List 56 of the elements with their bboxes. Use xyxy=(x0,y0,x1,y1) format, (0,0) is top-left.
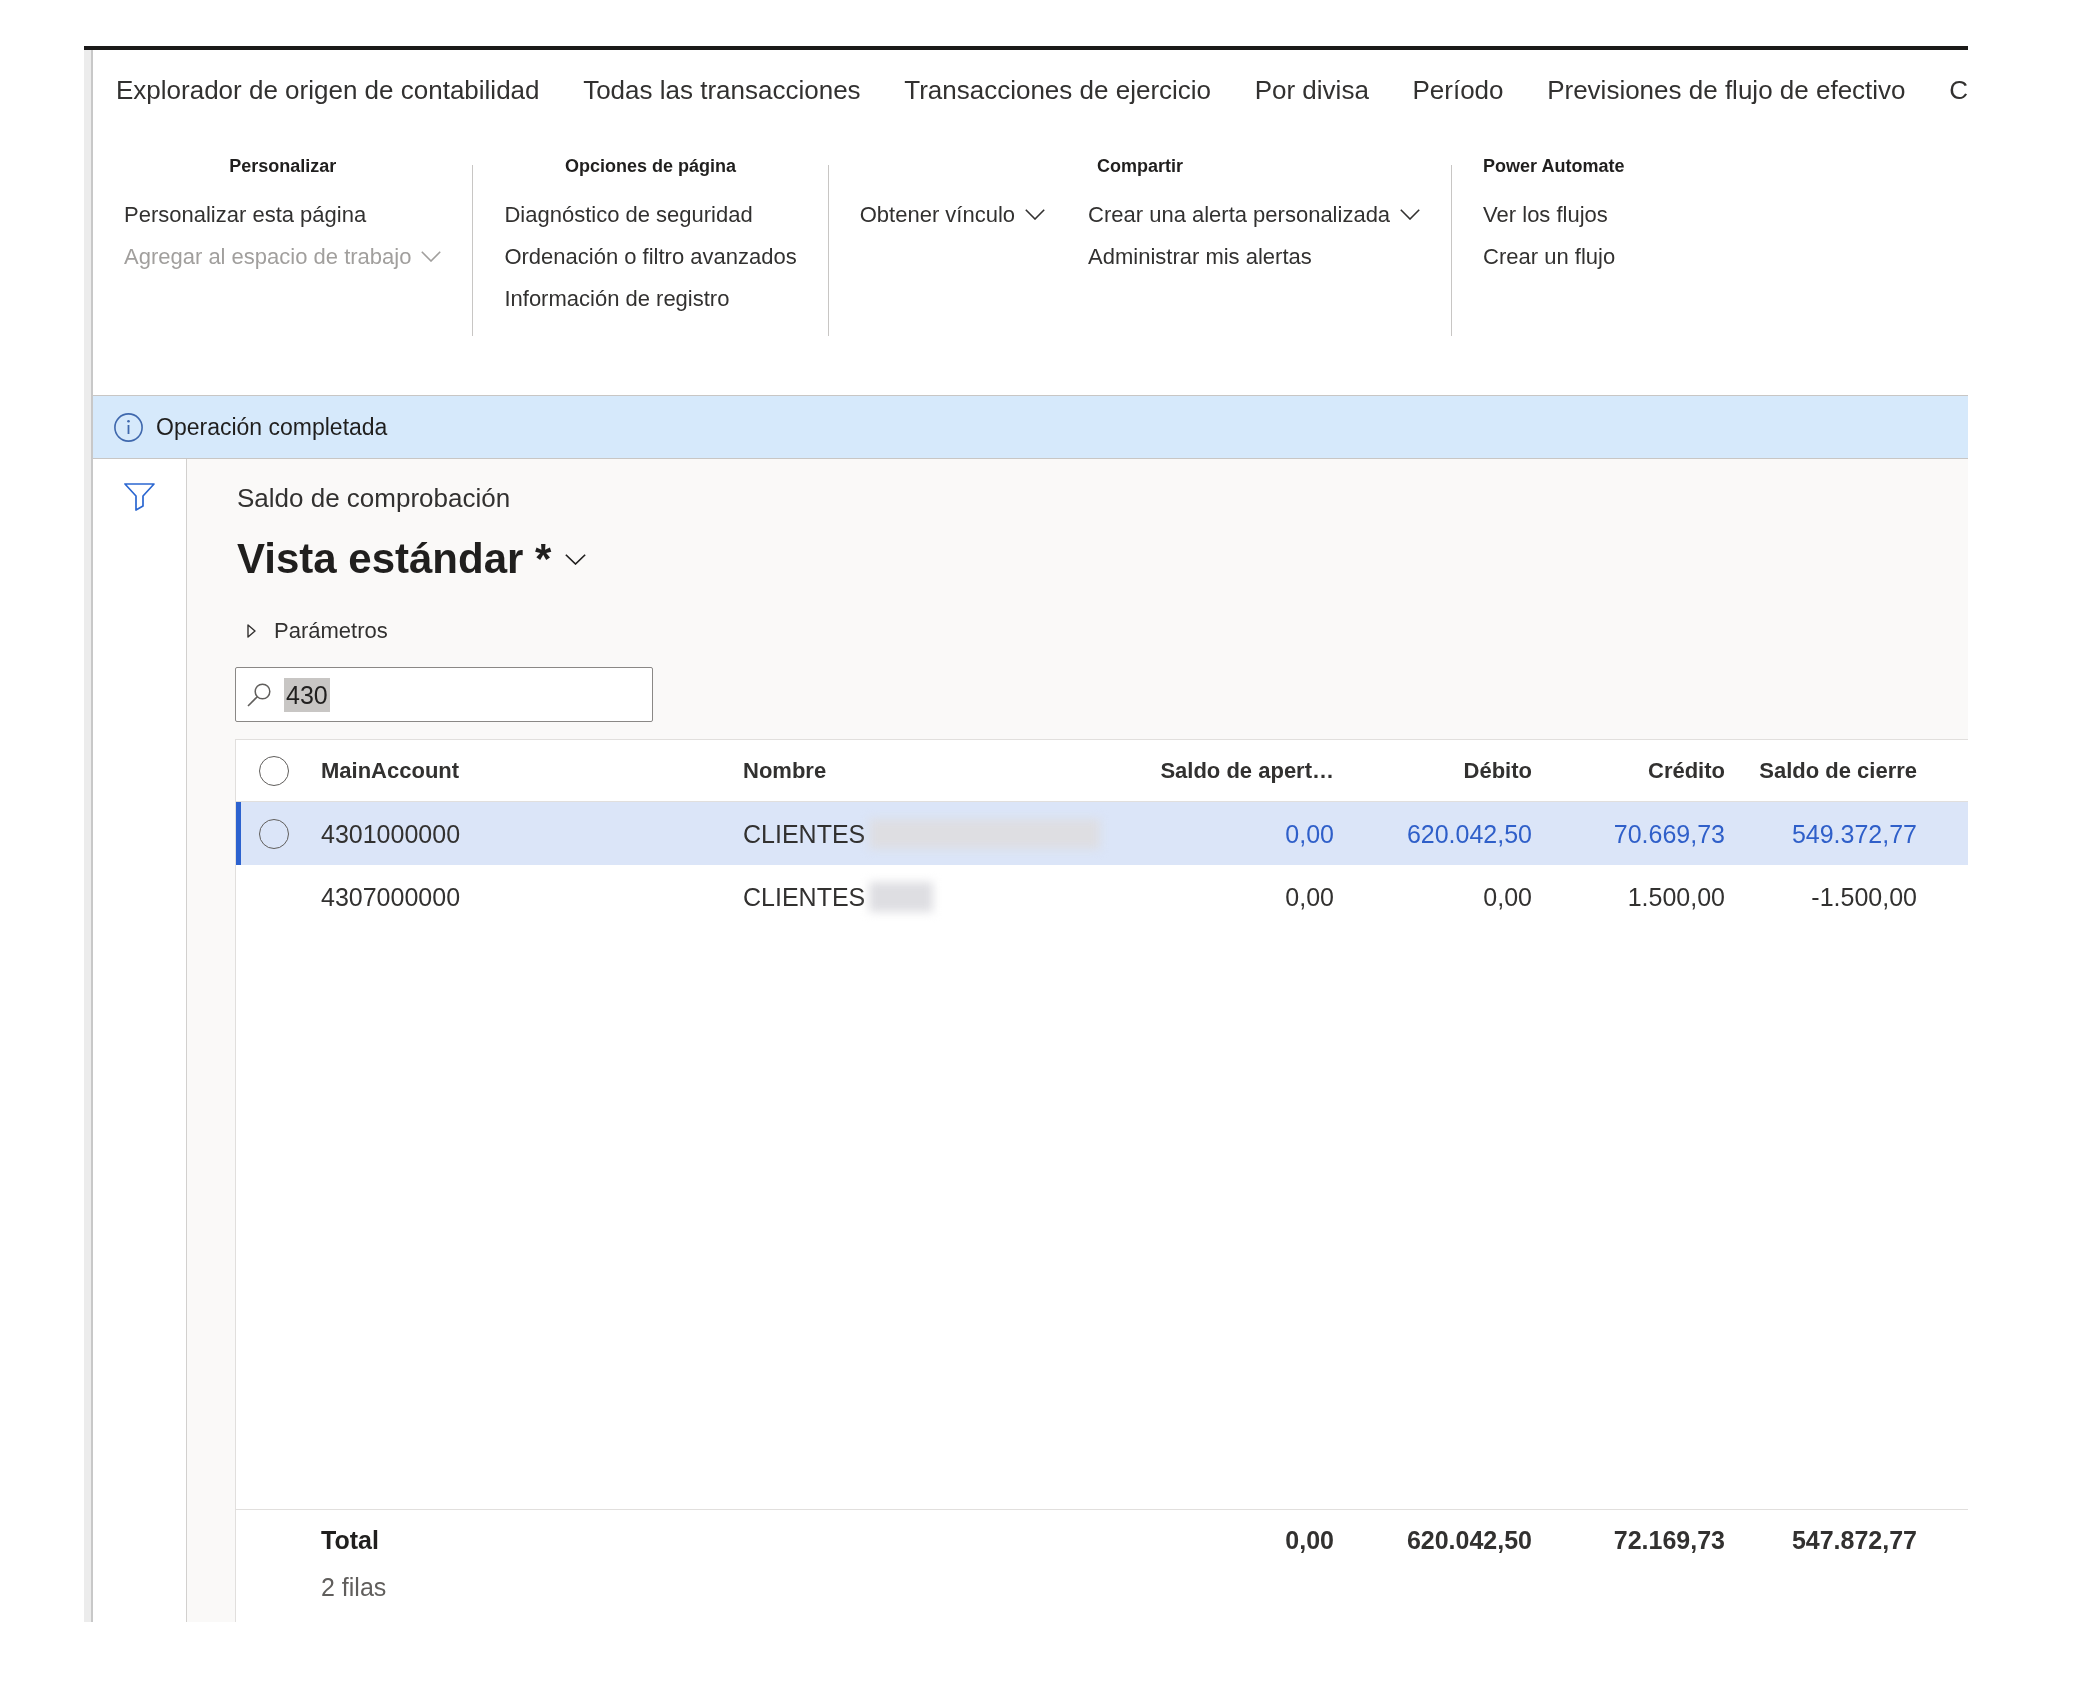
tab[interactable]: Transacciones de ejercicio xyxy=(904,73,1212,110)
table-cell: 549.372,77 xyxy=(1791,818,1917,849)
tab[interactable]: Período xyxy=(1412,73,1504,110)
column-header[interactable]: Saldo de apert… xyxy=(1160,756,1334,785)
group-title: Power Automate xyxy=(1483,155,1625,178)
search-value: 430 xyxy=(284,677,330,712)
table-cell: 0,00 xyxy=(1483,881,1532,912)
table-row[interactable]: 4307000000 CLIENTES 0,00 0,00 1.500,00 -1.500,00 xyxy=(236,865,1968,928)
table-row[interactable]: 4301000000 CLIENTES 0,00 620.042,50 70.669,73 549.372,77 xyxy=(236,802,1968,865)
tab[interactable]: C xyxy=(1949,73,1968,110)
parameters-toggle[interactable]: Parámetros xyxy=(235,617,388,645)
table-cell: -1.500,00 xyxy=(1811,881,1917,912)
table-cell: 620.042,50 xyxy=(1406,818,1532,849)
ribbon-button[interactable]: Personalizar esta página xyxy=(124,202,367,227)
ribbon-button[interactable]: Ver los flujos xyxy=(1483,202,1608,227)
table-cell: 1.500,00 xyxy=(1627,881,1725,912)
row-count: 2 filas xyxy=(321,1573,388,1601)
column-header[interactable]: Débito xyxy=(1463,756,1532,785)
total-cell: 547.872,77 xyxy=(1791,1526,1917,1554)
table-cell: 0,00 xyxy=(1285,881,1334,912)
ribbon-button[interactable]: Obtener vínculo xyxy=(859,202,1046,227)
ribbon-button[interactable]: Información de registro xyxy=(504,286,730,311)
column-header[interactable]: Nombre xyxy=(743,756,827,785)
ribbon-button[interactable]: Ordenación o filtro avanzados xyxy=(504,244,797,269)
group-title: Personalizar xyxy=(229,155,337,178)
column-header[interactable]: Crédito xyxy=(1648,756,1725,785)
blurred-redaction xyxy=(869,881,934,912)
ribbon-button[interactable]: Crear una alerta personalizada xyxy=(1088,202,1421,227)
column-header[interactable]: MainAccount xyxy=(321,756,460,785)
table-cell: 4307000000 xyxy=(321,881,461,912)
table-cell: CLIENTES xyxy=(743,818,866,849)
table-cell: 0,00 xyxy=(1285,818,1334,849)
ribbon-button[interactable]: Crear un flujo xyxy=(1483,244,1616,269)
column-header[interactable]: Saldo de cierre xyxy=(1759,756,1917,785)
tab[interactable]: Previsiones de flujo de efectivo xyxy=(1547,73,1906,110)
group-title: Opciones de página xyxy=(565,155,737,178)
ribbon-button[interactable]: Administrar mis alertas xyxy=(1088,244,1312,269)
page-caption: Saldo de comprobación xyxy=(237,482,511,515)
chevron-down-icon xyxy=(565,553,587,565)
search-field[interactable]: 430 xyxy=(235,667,653,722)
total-cell: 72.169,73 xyxy=(1613,1526,1725,1554)
tab[interactable]: Explorador de origen de contabilidad xyxy=(116,73,540,110)
view-selector[interactable]: Vista estándar * xyxy=(237,533,587,585)
search-icon xyxy=(247,682,271,707)
total-cell: 0,00 xyxy=(1285,1526,1334,1554)
group-title: Compartir xyxy=(1096,155,1183,178)
filter-icon[interactable] xyxy=(124,483,155,511)
tab[interactable]: Por divisa xyxy=(1254,73,1369,110)
message-text: Operación completada xyxy=(156,413,388,441)
ribbon-button[interactable]: Diagnóstico de seguridad xyxy=(504,202,753,227)
table-cell: 4301000000 xyxy=(321,818,461,849)
table-cell: 70.669,73 xyxy=(1613,818,1725,849)
table-cell: CLIENTES xyxy=(743,881,866,912)
tab[interactable]: Todas las transacciones xyxy=(583,73,861,110)
total-label: Total xyxy=(321,1526,380,1554)
total-cell: 620.042,50 xyxy=(1406,1526,1532,1554)
